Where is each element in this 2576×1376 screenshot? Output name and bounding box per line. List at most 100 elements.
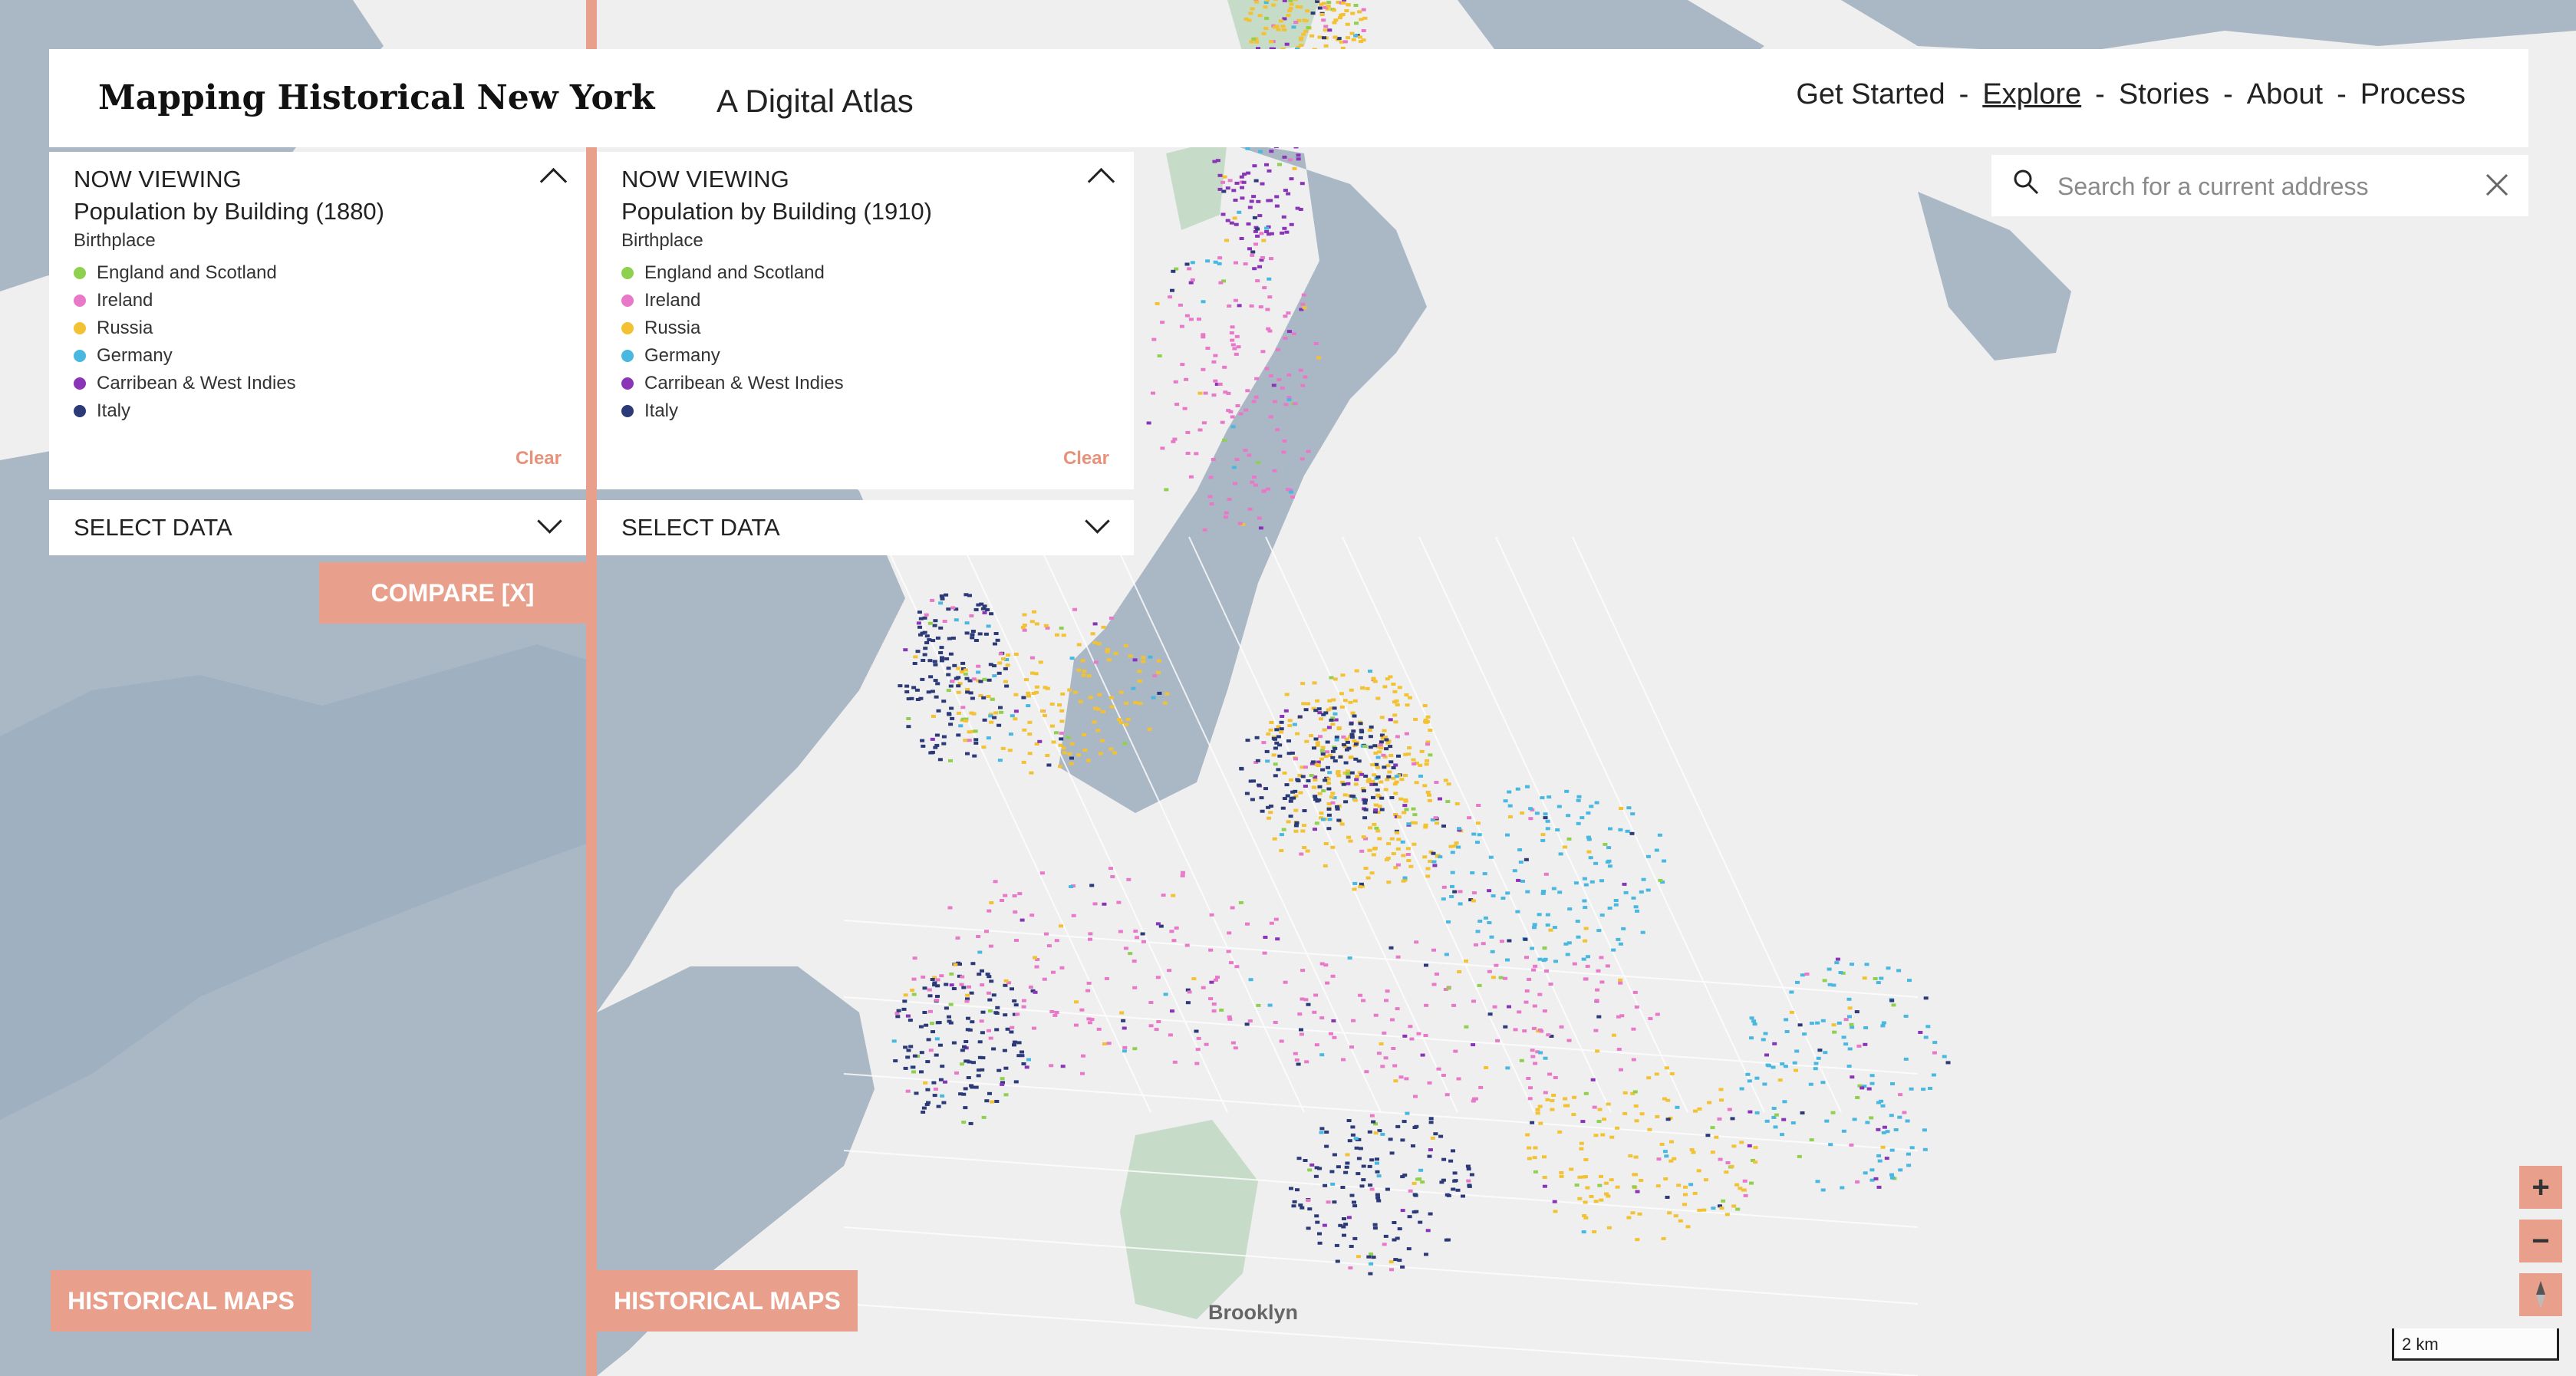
census-dot xyxy=(1491,976,1496,979)
census-dot xyxy=(1582,877,1587,881)
nav-about[interactable]: About xyxy=(2247,78,2323,111)
nav-stories[interactable]: Stories xyxy=(2119,78,2209,111)
census-dot xyxy=(927,994,933,998)
census-dot xyxy=(1213,354,1218,357)
census-dot xyxy=(1204,1042,1209,1046)
census-dot xyxy=(1648,1017,1653,1020)
census-dot xyxy=(1309,734,1314,738)
census-dot xyxy=(1403,774,1408,777)
census-dot xyxy=(1334,1243,1339,1247)
census-dot xyxy=(1402,804,1408,808)
census-dot xyxy=(1322,728,1327,732)
census-dot xyxy=(1300,182,1305,186)
census-dot xyxy=(1594,801,1599,805)
census-dot xyxy=(948,1002,954,1006)
census-dot xyxy=(1379,796,1385,800)
census-dot xyxy=(1772,1042,1777,1045)
census-dot xyxy=(1319,1131,1324,1134)
census-dot xyxy=(1347,956,1352,960)
census-dot xyxy=(1605,964,1610,968)
census-dot xyxy=(954,618,959,622)
census-dot xyxy=(1371,1120,1376,1124)
census-dot xyxy=(1557,890,1563,894)
census-dot xyxy=(1532,923,1537,927)
census-dot xyxy=(1393,1079,1398,1083)
census-dot xyxy=(1081,673,1086,677)
census-dot xyxy=(1005,1027,1010,1031)
census-dot xyxy=(1540,838,1546,842)
census-dot xyxy=(1157,354,1162,357)
census-dot xyxy=(1832,1030,1837,1034)
census-dot xyxy=(1251,779,1256,783)
census-dot xyxy=(1372,822,1377,826)
census-dot xyxy=(1009,1030,1014,1034)
nav-get-started[interactable]: Get Started xyxy=(1796,78,1945,111)
clear-button[interactable]: Clear xyxy=(1063,448,1109,469)
census-dot xyxy=(939,594,944,598)
compare-divider[interactable] xyxy=(586,0,597,1376)
chevron-up-icon[interactable] xyxy=(1087,167,1115,196)
census-dot xyxy=(1622,1091,1628,1095)
compare-button[interactable]: COMPARE [X] xyxy=(319,562,586,624)
compass-button[interactable] xyxy=(2519,1273,2562,1316)
census-dot xyxy=(1594,999,1599,1002)
census-dot xyxy=(1244,1022,1250,1026)
census-dot xyxy=(1280,806,1286,810)
legend-label: Ireland xyxy=(644,290,701,311)
legend-item: Ireland xyxy=(74,287,296,314)
census-dot xyxy=(1375,793,1381,797)
census-dot xyxy=(1191,977,1197,981)
census-dot xyxy=(1046,944,1052,948)
census-dot xyxy=(1441,1157,1447,1161)
select-data-dropdown[interactable]: SELECT DATA xyxy=(49,500,586,555)
zoom-in-button[interactable]: + xyxy=(2519,1166,2562,1209)
census-dot xyxy=(1582,1175,1586,1179)
census-dot xyxy=(1383,1234,1388,1238)
census-dot xyxy=(1375,1161,1379,1165)
clear-button[interactable]: Clear xyxy=(516,448,562,469)
search-input[interactable] xyxy=(2056,166,2458,207)
site-title[interactable]: Mapping Historical New York xyxy=(98,78,655,117)
census-dot xyxy=(1122,1045,1128,1049)
census-dot xyxy=(1431,983,1437,986)
select-data-dropdown[interactable]: SELECT DATA xyxy=(597,500,1134,555)
chevron-up-icon[interactable] xyxy=(539,167,568,196)
close-icon[interactable] xyxy=(2484,172,2510,198)
historical-maps-button-left[interactable]: HISTORICAL MAPS xyxy=(51,1270,311,1332)
census-dot xyxy=(1794,1068,1798,1072)
nav-explore[interactable]: Explore xyxy=(1982,78,2081,111)
census-dot xyxy=(1307,1207,1313,1211)
census-dot xyxy=(1133,930,1138,933)
census-dot xyxy=(1336,37,1342,41)
census-dot xyxy=(1376,1174,1382,1178)
census-dot xyxy=(971,677,977,681)
census-dot xyxy=(1154,1028,1159,1032)
census-dot xyxy=(1282,771,1287,775)
census-dot xyxy=(925,1060,931,1064)
census-dot xyxy=(1576,798,1581,802)
census-dot xyxy=(1250,798,1255,802)
census-dot xyxy=(1211,1002,1217,1006)
census-dot xyxy=(1286,820,1291,824)
census-dot xyxy=(1543,812,1548,816)
census-dot xyxy=(1284,693,1290,696)
census-dot xyxy=(1369,1253,1374,1256)
census-dot xyxy=(1611,948,1616,952)
census-dot xyxy=(1345,1161,1350,1165)
zoom-out-button[interactable]: − xyxy=(2519,1220,2562,1262)
historical-maps-button-right[interactable]: HISTORICAL MAPS xyxy=(597,1270,858,1332)
census-dot xyxy=(931,1081,937,1085)
census-dot xyxy=(971,712,977,716)
nav-process[interactable]: Process xyxy=(2360,78,2466,111)
census-dot xyxy=(1261,31,1267,35)
census-dot xyxy=(1323,864,1328,867)
census-dot xyxy=(941,735,947,739)
census-dot xyxy=(1420,1053,1425,1057)
census-dot xyxy=(1427,798,1432,802)
census-dot xyxy=(994,1028,1000,1032)
census-dot xyxy=(1528,1086,1533,1090)
search-icon[interactable] xyxy=(2013,169,2039,195)
census-dot xyxy=(1313,1174,1319,1178)
census-dot xyxy=(1727,1108,1732,1111)
census-dot xyxy=(1156,1020,1161,1023)
